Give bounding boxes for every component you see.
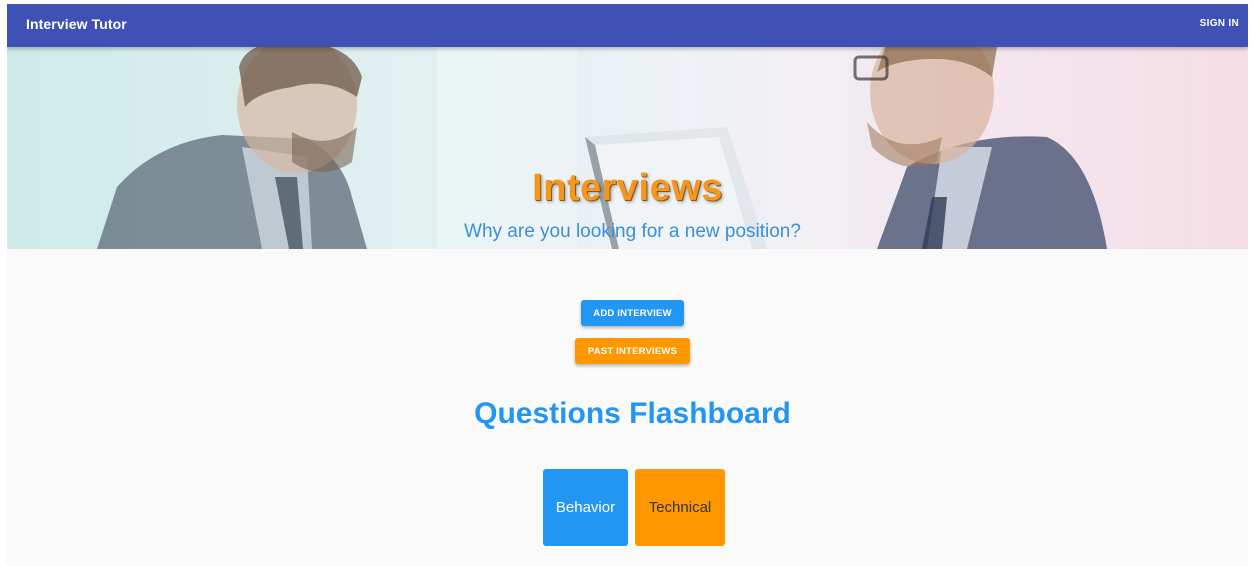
technical-card-label: Technical <box>648 499 712 516</box>
hero-title: Interviews <box>532 167 723 209</box>
sign-in-button[interactable]: SIGN IN <box>1200 18 1239 29</box>
flashboard-title: Questions Flashboard <box>474 397 791 430</box>
app-bar: Interview Tutor SIGN IN <box>7 4 1248 47</box>
add-interview-button[interactable]: ADD INTERVIEW <box>581 300 684 326</box>
hero-subtitle: Why are you looking for a new position? <box>464 221 801 242</box>
hero-banner: Interviews Why are you looking for a new… <box>7 47 1248 249</box>
technical-card[interactable]: Technical <box>635 469 725 546</box>
interview-photo <box>97 47 1107 249</box>
app-frame: Interview Tutor SIGN IN Interviews Why a… <box>7 4 1248 566</box>
past-interviews-button[interactable]: PAST INTERVIEWS <box>575 338 690 364</box>
behavior-card[interactable]: Behavior <box>543 469 628 546</box>
behavior-card-label: Behavior <box>555 499 616 516</box>
app-title[interactable]: Interview Tutor <box>26 16 127 32</box>
